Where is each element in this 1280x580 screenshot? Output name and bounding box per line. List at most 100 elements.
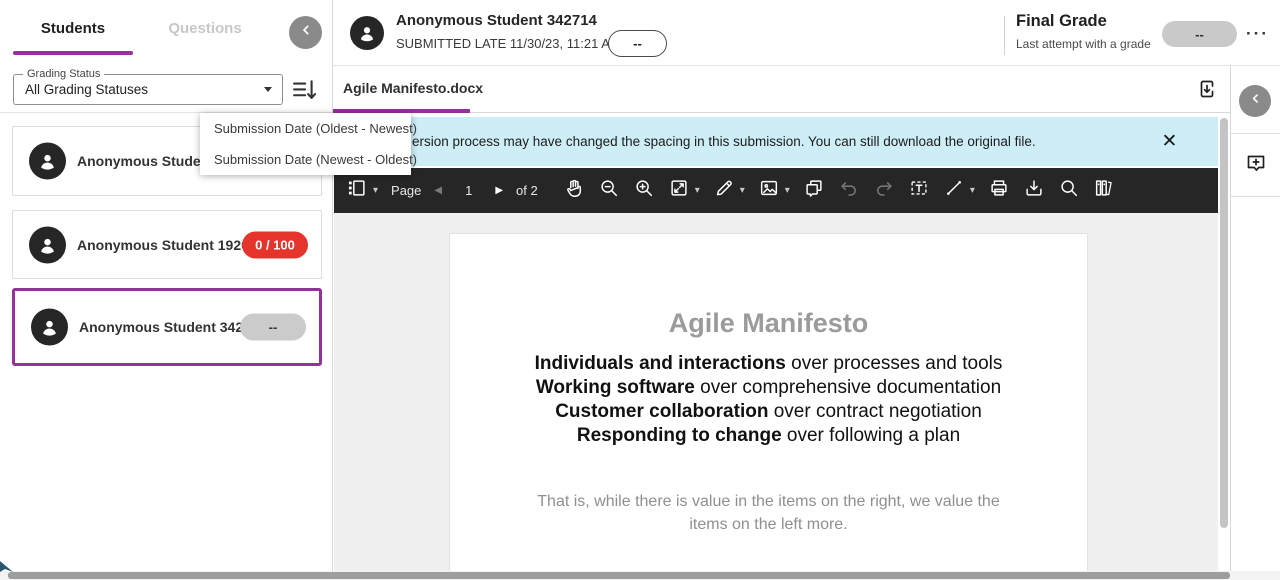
final-grade-pill[interactable]: -- bbox=[1162, 21, 1237, 47]
print-button[interactable] bbox=[988, 177, 1010, 204]
collapse-panel-button[interactable] bbox=[1239, 85, 1271, 117]
fit-to-page-button[interactable] bbox=[668, 177, 690, 204]
download-file-button[interactable] bbox=[1195, 77, 1219, 101]
search-button[interactable] bbox=[1058, 177, 1080, 204]
sort-icon bbox=[290, 91, 318, 108]
submission-status: SUBMITTED LATE 11/30/23, 11:21 AM bbox=[396, 36, 621, 51]
pdf-toolbar: ▾ Page ◀ 1 ▶ of 2 ▾ ▾ ▾ ▾ bbox=[334, 168, 1218, 213]
zoom-out-button[interactable] bbox=[598, 177, 620, 204]
page-label: Page bbox=[391, 183, 421, 198]
document-body: Individuals and interactions over proces… bbox=[529, 352, 1009, 536]
document-tab-bar: Agile Manifesto.docx bbox=[333, 66, 1230, 113]
grade-badge: 0 / 100 bbox=[242, 231, 308, 258]
text-box-button[interactable] bbox=[908, 177, 930, 204]
close-banner-button[interactable]: ✕ bbox=[1156, 128, 1183, 155]
print-icon bbox=[988, 177, 1010, 204]
avatar bbox=[29, 226, 66, 263]
submission-header: Anonymous Student 342714 SUBMITTED LATE … bbox=[333, 0, 1280, 66]
zoom-in-button[interactable] bbox=[633, 177, 655, 204]
undo-button[interactable] bbox=[838, 177, 860, 204]
avatar bbox=[31, 309, 68, 346]
pan-hand-icon bbox=[563, 177, 585, 204]
avatar bbox=[350, 16, 384, 50]
duplicate-icon bbox=[803, 177, 825, 204]
line-tool-icon bbox=[943, 177, 965, 204]
student-row-selected[interactable]: Anonymous Student 342714 -- bbox=[12, 288, 322, 366]
final-grade-subtitle: Last attempt with a grade bbox=[1016, 37, 1151, 51]
divider bbox=[1004, 16, 1005, 55]
student-name: Anonymous Student 342714 bbox=[79, 319, 267, 335]
tab-agile-manifesto-docx[interactable]: Agile Manifesto.docx bbox=[343, 80, 483, 96]
text-box-icon bbox=[908, 177, 930, 204]
student-list-sidebar: Students Questions Grading Status All Gr… bbox=[0, 0, 333, 580]
menu-item-newest-oldest[interactable]: Submission Date (Newest - Oldest) bbox=[200, 144, 411, 175]
document-viewer: Agile Manifesto Individuals and interact… bbox=[334, 213, 1218, 571]
page-thumbnails-button[interactable] bbox=[346, 177, 368, 204]
attempt-grade-pill[interactable]: -- bbox=[608, 30, 667, 57]
image-stamp-icon bbox=[758, 177, 780, 204]
avatar bbox=[29, 143, 66, 180]
final-grade-title: Final Grade bbox=[1016, 12, 1107, 31]
chevron-down-icon bbox=[264, 87, 272, 92]
tab-students[interactable]: Students bbox=[13, 20, 133, 37]
chevron-left-icon bbox=[298, 22, 314, 43]
zoom-out-icon bbox=[598, 177, 620, 204]
manifesto-value: Responding to change over following a pl… bbox=[577, 425, 960, 446]
chevron-down-icon[interactable]: ▾ bbox=[373, 185, 378, 196]
add-comment-button[interactable] bbox=[1244, 151, 1268, 175]
annotation-side-panel bbox=[1230, 66, 1280, 580]
duplicate-annotation-button[interactable] bbox=[803, 177, 825, 204]
manifesto-closing: That is, while there is value in the ite… bbox=[529, 490, 1009, 536]
redo-icon bbox=[873, 177, 895, 204]
page-number-input[interactable]: 1 bbox=[455, 183, 482, 198]
highlighter-pen-button[interactable] bbox=[713, 177, 735, 204]
conversion-notice-banner: ersion process may have changed the spac… bbox=[334, 117, 1218, 166]
next-page-button[interactable]: ▶ bbox=[495, 185, 503, 196]
download-button[interactable] bbox=[1023, 177, 1045, 204]
page-total: of 2 bbox=[516, 183, 538, 198]
sort-button[interactable] bbox=[290, 76, 318, 104]
horizontal-scrollbar-track bbox=[0, 571, 1280, 580]
image-stamp-button[interactable] bbox=[758, 177, 780, 204]
highlighter-pen-icon bbox=[713, 177, 735, 204]
download-file-icon bbox=[1195, 88, 1219, 105]
tab-questions[interactable]: Questions bbox=[145, 20, 265, 37]
line-tool-button[interactable] bbox=[943, 177, 965, 204]
grading-status-value: All Grading Statuses bbox=[25, 75, 148, 104]
student-name: Anonymous Student 192034 bbox=[77, 237, 265, 253]
close-icon: ✕ bbox=[1162, 130, 1178, 153]
student-row[interactable]: Anonymous Student 192034 0 / 100 bbox=[12, 210, 322, 279]
overflow-menu-button[interactable]: ··· bbox=[1246, 24, 1269, 44]
menu-item-oldest-newest[interactable]: Submission Date (Oldest - Newest) bbox=[200, 113, 411, 144]
previous-page-button[interactable]: ◀ bbox=[434, 185, 442, 196]
pan-button[interactable] bbox=[563, 177, 585, 204]
document-page: Agile Manifesto Individuals and interact… bbox=[449, 233, 1088, 571]
undo-icon bbox=[838, 177, 860, 204]
redo-button[interactable] bbox=[873, 177, 895, 204]
manifesto-value: Working software over comprehensive docu… bbox=[536, 377, 1001, 398]
vertical-scrollbar[interactable] bbox=[1220, 118, 1228, 528]
chevron-down-icon[interactable]: ▾ bbox=[695, 185, 700, 196]
document-title: Agile Manifesto bbox=[450, 308, 1087, 339]
page-thumbnails-icon bbox=[346, 177, 368, 204]
cursor-artifact bbox=[0, 560, 14, 578]
active-tab-underline bbox=[13, 51, 133, 55]
chevron-down-icon[interactable]: ▾ bbox=[970, 185, 975, 196]
fit-to-page-icon bbox=[668, 177, 690, 204]
page-title-student-name: Anonymous Student 342714 bbox=[396, 12, 597, 29]
download-icon bbox=[1023, 177, 1045, 204]
collapse-sidebar-button[interactable] bbox=[289, 16, 322, 49]
zoom-in-icon bbox=[633, 177, 655, 204]
page-overview-icon bbox=[1093, 177, 1115, 204]
search-icon bbox=[1058, 177, 1080, 204]
manifesto-value: Customer collaboration over contract neg… bbox=[555, 401, 982, 422]
page-overview-button[interactable] bbox=[1093, 177, 1115, 204]
chevron-down-icon[interactable]: ▾ bbox=[740, 185, 745, 196]
horizontal-scrollbar[interactable] bbox=[8, 572, 1230, 579]
chevron-down-icon[interactable]: ▾ bbox=[785, 185, 790, 196]
grading-status-select[interactable]: Grading Status All Grading Statuses bbox=[13, 74, 283, 105]
divider bbox=[1231, 196, 1280, 197]
divider bbox=[1231, 133, 1280, 134]
chevron-left-icon bbox=[1248, 91, 1263, 111]
add-comment-icon bbox=[1244, 162, 1268, 179]
